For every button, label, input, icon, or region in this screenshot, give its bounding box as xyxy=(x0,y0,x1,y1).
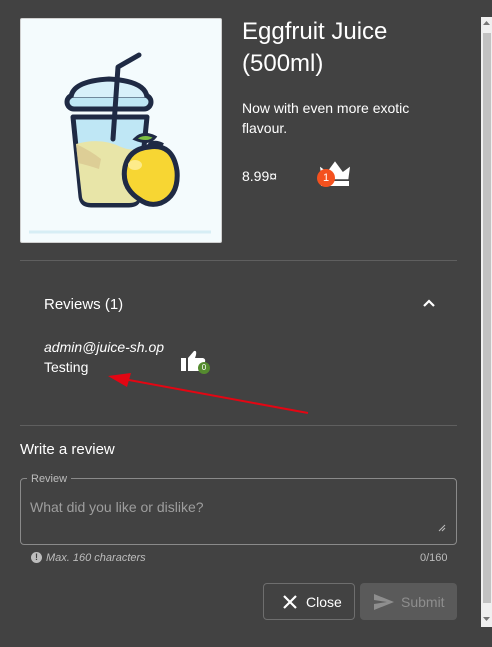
deluxe-badge: 1 xyxy=(317,169,335,187)
write-review-heading: Write a review xyxy=(20,441,115,458)
reviews-panel-header[interactable]: Reviews (1) xyxy=(44,295,123,315)
close-button[interactable]: Close xyxy=(263,583,355,620)
submit-button-label: Submit xyxy=(401,593,445,610)
product-description: Now with even more exotic flavour. xyxy=(242,100,410,136)
send-icon xyxy=(374,593,394,610)
close-button-label: Close xyxy=(306,593,342,610)
product-title-line1: Eggfruit Juice xyxy=(242,18,388,45)
resize-grip-icon[interactable] xyxy=(438,524,446,532)
review-author: admin@juice-sh.op xyxy=(44,339,165,355)
chevron-up-icon[interactable] xyxy=(421,296,437,310)
character-counter: 0/160 xyxy=(420,552,448,564)
product-price: 8.99¤ xyxy=(242,168,278,184)
review-text: Testing xyxy=(44,359,89,375)
divider xyxy=(20,260,457,261)
review-field-label: Review xyxy=(27,472,72,486)
product-title: Eggfruit Juice (500ml) xyxy=(242,16,462,80)
product-image xyxy=(20,18,222,243)
scroll-up-icon[interactable] xyxy=(481,17,492,30)
scrollbar-thumb[interactable] xyxy=(483,33,491,603)
close-icon xyxy=(283,594,297,609)
submit-button[interactable]: Submit xyxy=(360,583,457,620)
review-textarea[interactable] xyxy=(30,497,440,537)
product-title-line2: (500ml) xyxy=(242,50,324,77)
product-details-dialog: Eggfruit Juice (500ml) Now with even mor… xyxy=(0,0,481,647)
juice-cup-icon xyxy=(29,52,211,234)
divider xyxy=(20,425,457,426)
annotation-arrow-icon xyxy=(108,373,309,414)
scroll-down-icon[interactable] xyxy=(481,612,492,625)
info-icon: ! xyxy=(31,552,42,563)
review-hint: Max. 160 characters xyxy=(46,552,146,564)
